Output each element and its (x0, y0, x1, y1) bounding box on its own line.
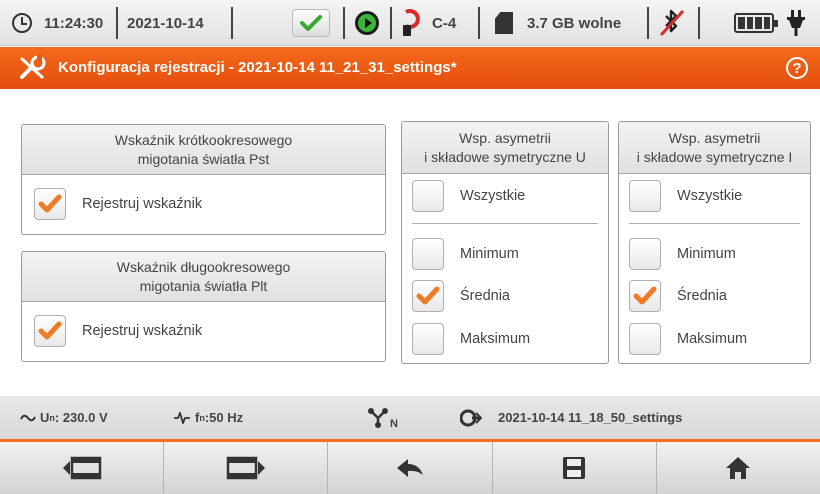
asym-u-avg-label: Średnia (460, 288, 510, 304)
network-topology-icon (368, 407, 388, 428)
home-icon (726, 457, 751, 479)
asym-u-max-checkbox[interactable] (412, 323, 444, 355)
asym-u-all-checkbox[interactable] (412, 180, 444, 212)
asym-i-option-max[interactable]: Maksimum (629, 323, 810, 355)
asym-i-title-line2: i składowe symetryczne I (636, 148, 793, 165)
asym-u-option-avg[interactable]: Średnia (412, 280, 608, 312)
settings-file: 2021-10-14 11_18_50_settings (460, 396, 682, 439)
battery-icon (734, 0, 778, 46)
plt-register-option[interactable]: Rejestruj wskaźnik (34, 315, 385, 347)
asym-u-min-checkbox[interactable] (412, 238, 444, 270)
asym-i-max-checkbox[interactable] (629, 323, 661, 355)
frequency-icon (174, 411, 190, 424)
back-arrow-icon (397, 459, 423, 477)
ac-wave-icon (20, 414, 36, 421)
status-time: 11:24:30 (44, 14, 104, 32)
pst-panel-header: Wskaźnik krótkookresowego migotania świa… (22, 125, 385, 175)
status-divider (116, 7, 118, 39)
plt-register-label: Rejestruj wskaźnik (82, 323, 203, 339)
asym-u-option-all[interactable]: Wszystkie (412, 180, 608, 212)
asym-i-divider (629, 223, 800, 224)
status-divider (647, 7, 649, 39)
nominal-voltage: Un: 230.0 V (20, 396, 108, 439)
status-date: 2021-10-14 (127, 14, 204, 32)
current-clamp-icon (400, 0, 422, 46)
page-title: Konfiguracja rejestracji - 2021-10-14 11… (58, 59, 457, 76)
help-icon[interactable]: ? (786, 57, 808, 79)
pst-panel: Wskaźnik krótkookresowego migotania świa… (21, 124, 386, 235)
sd-card-icon (495, 0, 513, 46)
next-screen-button[interactable] (164, 442, 329, 494)
bottom-nav (0, 442, 820, 494)
asym-u-panel: Wsp. asymetrii i składowe symetryczne U … (401, 121, 609, 364)
asym-i-all-label: Wszystkie (677, 188, 743, 204)
previous-screen-button[interactable] (0, 442, 165, 494)
asym-u-divider (412, 223, 598, 224)
asym-i-option-avg[interactable]: Średnia (629, 280, 810, 312)
asym-u-min-label: Minimum (460, 246, 519, 262)
title-bar: Konfiguracja rejestracji - 2021-10-14 11… (0, 47, 820, 89)
asym-i-max-label: Maksimum (677, 331, 748, 347)
frequency-value: :50 Hz (204, 410, 244, 425)
asym-i-min-label: Minimum (677, 246, 736, 262)
asym-u-avg-checkbox[interactable] (412, 280, 444, 312)
asym-u-title-line1: Wsp. asymetrii (459, 129, 551, 146)
network-subscript: N (390, 417, 398, 430)
plt-panel: Wskaźnik długookresowego migotania świat… (21, 251, 386, 362)
settings-file-name: 2021-10-14 11_18_50_settings (498, 410, 683, 425)
back-button[interactable] (328, 442, 493, 494)
pst-title-line1: Wskaźnik krótkookresowego (114, 131, 293, 148)
save-button[interactable] (492, 442, 657, 494)
status-divider (343, 7, 345, 39)
info-strip: Un: 230.0 V f n:50 Hz N 2021-10-14 11_18_… (0, 396, 820, 448)
status-divider (390, 7, 392, 39)
asym-i-all-checkbox[interactable] (629, 180, 661, 212)
recording-play-icon[interactable] (355, 0, 379, 46)
status-divider (698, 7, 700, 39)
asym-u-title-line2: i składowe symetryczne U (424, 148, 586, 165)
plt-title-line1: Wskaźnik długookresowego (116, 258, 291, 275)
asym-i-option-min[interactable]: Minimum (629, 238, 810, 270)
tools-settings-icon (18, 55, 46, 86)
asym-u-option-max[interactable]: Maksimum (412, 323, 608, 355)
pst-register-checkbox[interactable] (34, 188, 66, 220)
asym-u-panel-header: Wsp. asymetrii i składowe symetryczne U (402, 122, 608, 174)
status-bar: 11:24:30 2021-10-14 C-4 3.7 GB wolne (0, 0, 820, 46)
home-button[interactable] (656, 442, 820, 494)
asym-i-option-all[interactable]: Wszystkie (629, 180, 810, 212)
clock-icon (12, 0, 32, 46)
asym-u-all-label: Wszystkie (460, 188, 526, 204)
asym-i-title-line1: Wsp. asymetrii (668, 129, 761, 146)
asym-i-min-checkbox[interactable] (629, 238, 661, 270)
voltage-value: : 230.0 V (54, 410, 108, 425)
asym-u-max-label: Maksimum (460, 331, 531, 347)
status-divider (231, 7, 233, 39)
power-plug-icon (787, 0, 805, 46)
previous-screen-icon (62, 456, 101, 480)
plt-panel-header: Wskaźnik długookresowego migotania świat… (22, 252, 385, 302)
current-settings-icon (460, 409, 482, 426)
pst-register-label: Rejestruj wskaźnik (82, 196, 203, 212)
next-screen-icon (226, 456, 265, 480)
pst-title-line2: migotania światła Pst (137, 150, 270, 167)
storage-free: 3.7 GB wolne (527, 14, 622, 32)
asym-i-avg-label: Średnia (677, 288, 727, 304)
status-divider (478, 7, 480, 39)
voltage-symbol: U (40, 410, 50, 425)
asym-i-panel-header: Wsp. asymetrii i składowe symetryczne I (619, 122, 810, 174)
plt-title-line2: migotania światła Plt (139, 277, 268, 294)
network-type: N (366, 396, 398, 439)
asym-i-panel: Wsp. asymetrii i składowe symetryczne I … (618, 121, 811, 364)
bluetooth-off-icon (658, 0, 686, 46)
pst-register-option[interactable]: Rejestruj wskaźnik (34, 188, 385, 220)
asym-i-avg-checkbox[interactable] (629, 280, 661, 312)
save-disk-icon (563, 457, 586, 479)
asym-u-option-min[interactable]: Minimum (412, 238, 608, 270)
clamp-type: C-4 (432, 14, 457, 32)
nominal-frequency: f n:50 Hz (173, 396, 243, 439)
plt-register-checkbox[interactable] (34, 315, 66, 347)
ok-check-icon[interactable] (292, 0, 330, 46)
